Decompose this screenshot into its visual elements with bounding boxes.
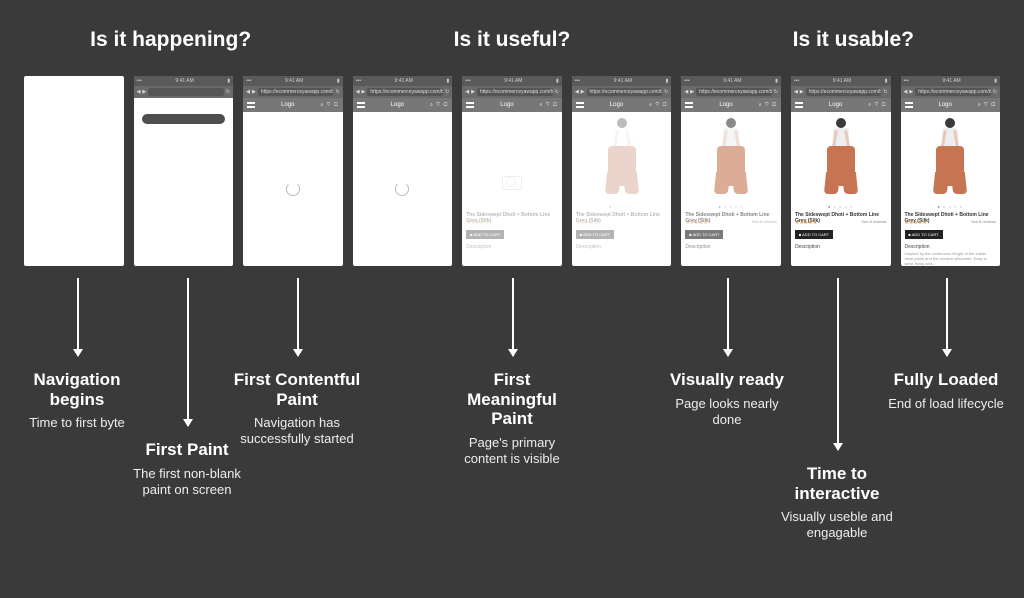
stage-label-navigation-begins: Navigation beginsTime to first byte: [12, 370, 142, 431]
phone-stage-fmp: •••9:41 AM▮ ◀▶https://ecommerceyawapp.co…: [462, 76, 562, 266]
arrow-icon: [77, 278, 79, 356]
spinner-icon: [286, 182, 300, 196]
phone-stage-fcp: •••9:41 AM▮ ◀▶https://ecommerceyawapp.co…: [243, 76, 343, 266]
arrow-icon: [837, 278, 839, 450]
stage-label-fully-loaded: Fully LoadedEnd of load lifecycle: [881, 370, 1011, 412]
menu-icon: [247, 102, 255, 108]
stage-label-fmp: First Meaningful PaintPage's primary con…: [447, 370, 577, 467]
question-useful: Is it useful?: [341, 28, 682, 52]
phone-stage-partial: •••9:41 AM▮ ◀▶https://ecommerceyawapp.co…: [572, 76, 672, 266]
phone-stage-visually-ready: •••9:41 AM▮ ◀▶https://ecommerceyawapp.co…: [681, 76, 781, 266]
question-headings: Is it happening? Is it useful? Is it usa…: [0, 28, 1024, 52]
phone-stage-blank: [24, 76, 124, 266]
topbar-icons: ⌕ ♡ ▢: [320, 102, 338, 108]
phone-stage-loading: •••9:41 AM▮ ◀▶https://ecommerceyawapp.co…: [353, 76, 453, 266]
phone-stage-tti: •••9:41 AM▮ ◀▶https://ecommerceyawapp.co…: [791, 76, 891, 266]
stage-label-first-paint: First PaintThe first non-blank paint on …: [122, 440, 252, 498]
app-topbar: Logo ⌕ ♡ ▢: [243, 98, 343, 112]
loading-shimmer: [142, 114, 226, 124]
phone-timeline-row: •••9:41 AM▮ ◀▶ ↻ •••9:41 AM▮ ◀▶https://e…: [24, 76, 1000, 266]
arrow-icon: [727, 278, 729, 356]
add-to-cart-button: ■ ADD TO CART: [466, 230, 504, 239]
phone-stage-firstpaint: •••9:41 AM▮ ◀▶ ↻: [134, 76, 234, 266]
status-bar: •••9:41 AM▮: [134, 76, 234, 86]
arrow-icon: [946, 278, 948, 356]
product-image: [600, 118, 644, 186]
stage-label-tti: Time to interactiveVisually useble and e…: [772, 464, 902, 542]
spinner-icon: [395, 182, 409, 196]
image-placeholder-icon: [502, 176, 522, 190]
description-header: Description: [466, 244, 491, 250]
question-happening: Is it happening?: [0, 28, 341, 52]
phone-stage-fully-loaded: •••9:41 AM▮ ◀▶https://ecommerceyawapp.co…: [901, 76, 1001, 266]
url-bar: ◀▶ ↻: [134, 86, 234, 98]
stage-label-visually-ready: Visually readyPage looks nearly done: [662, 370, 792, 428]
arrow-icon: [512, 278, 514, 356]
arrow-icon: [297, 278, 299, 356]
question-usable: Is it usable?: [683, 28, 1024, 52]
address-field: [148, 88, 224, 96]
description-body: Inspired by the continuous length of the…: [905, 252, 997, 266]
logo-text: Logo: [281, 102, 294, 108]
rating-stars: ★★★★★: [466, 220, 558, 226]
arrow-icon: [187, 278, 189, 426]
stage-label-fcp: First Contentful PaintNavigation has suc…: [232, 370, 362, 448]
